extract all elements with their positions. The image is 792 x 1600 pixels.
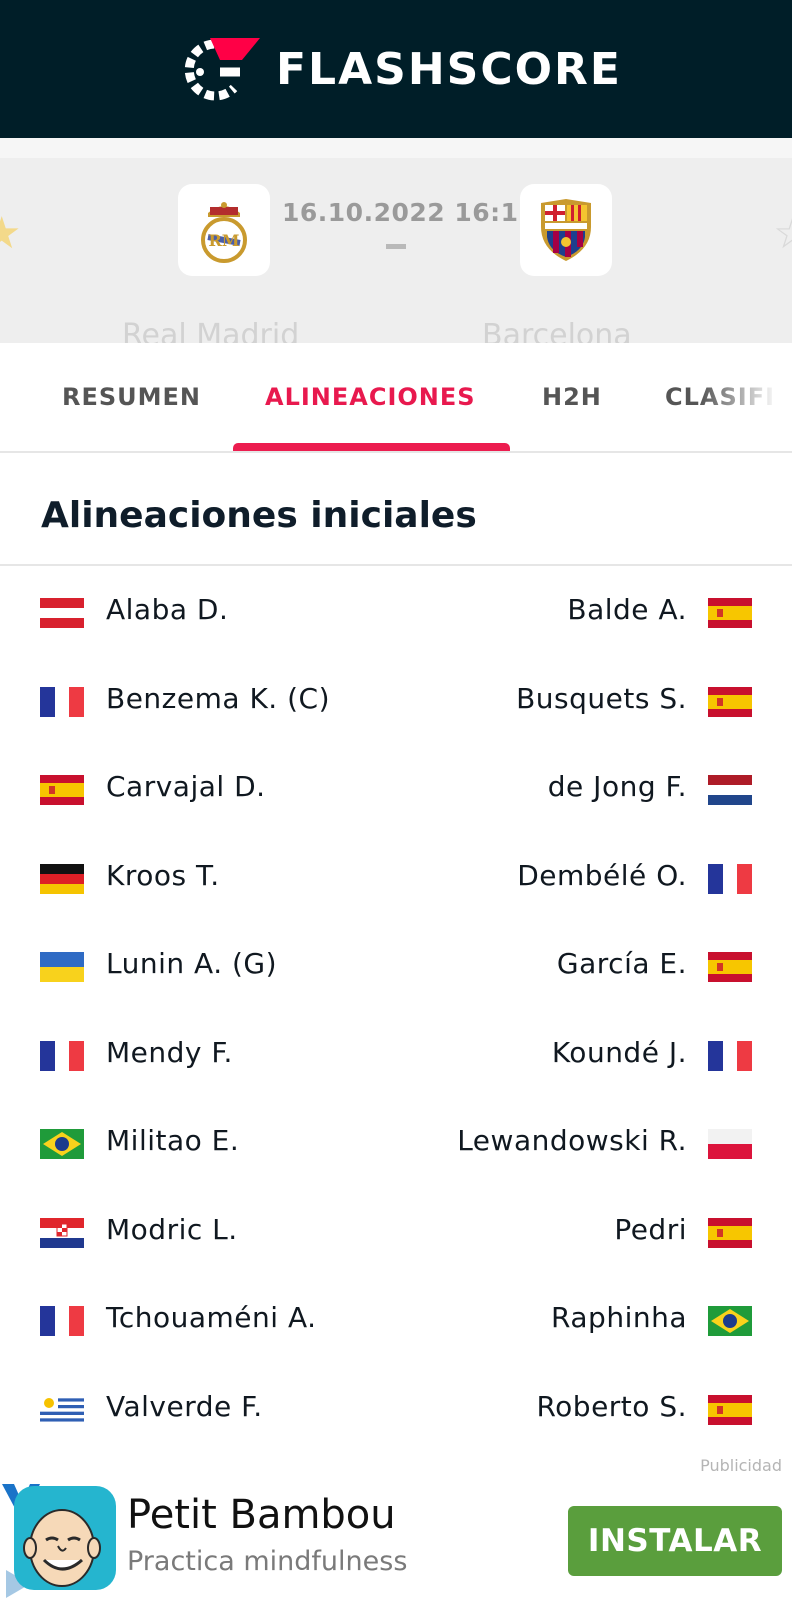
home-player-name[interactable]: Modric L. bbox=[106, 1213, 238, 1246]
lineup-row: Tchouaméni A. Raphinha bbox=[0, 1291, 792, 1351]
poland-flag-icon bbox=[708, 1129, 752, 1159]
meditating-man-icon bbox=[23, 1509, 101, 1587]
france-flag-icon bbox=[708, 1040, 752, 1071]
spain-flag-icon bbox=[708, 686, 752, 717]
home-player-name[interactable]: Lunin A. (G) bbox=[106, 947, 277, 980]
away-player-name[interactable]: Roberto S. bbox=[536, 1390, 687, 1423]
home-team-name[interactable]: Real Madrid bbox=[122, 318, 299, 343]
barcelona-crest-icon bbox=[541, 199, 591, 261]
spain-flag-icon bbox=[708, 1217, 752, 1248]
france-flag-icon bbox=[40, 686, 84, 717]
home-player-name[interactable]: Kroos T. bbox=[106, 859, 220, 892]
match-datetime: 16.10.2022 16:15 bbox=[282, 198, 537, 227]
france-flag-icon bbox=[708, 863, 752, 894]
flashscore-logo[interactable]: FLASHSCORE bbox=[170, 34, 622, 104]
home-player-name[interactable]: Alaba D. bbox=[106, 593, 228, 626]
top-bar: FLASHSCORE bbox=[0, 0, 792, 138]
brazil-flag-icon bbox=[40, 1129, 84, 1159]
flashscore-logo-icon bbox=[184, 38, 260, 101]
home-player-name[interactable]: Tchouaméni A. bbox=[106, 1301, 317, 1334]
favorite-star-icon[interactable]: ★ bbox=[0, 208, 21, 259]
tabs-fade bbox=[700, 343, 792, 451]
spain-flag-icon bbox=[708, 952, 752, 982]
tab-h2h[interactable]: H2H bbox=[542, 383, 602, 411]
spain-flag-icon bbox=[40, 775, 84, 805]
match-header: ★ RM 16.10.2022 16:15 Real Ma bbox=[0, 138, 792, 343]
ad-label: Publicidad bbox=[700, 1456, 782, 1475]
away-team-badge[interactable] bbox=[520, 184, 612, 276]
brand-name: FLASHSCORE bbox=[276, 43, 622, 95]
lineup-row: Lunin A. (G) García E. bbox=[0, 937, 792, 997]
away-player-name[interactable]: Dembélé O. bbox=[517, 859, 687, 892]
away-player-name[interactable]: Koundé J. bbox=[552, 1036, 687, 1069]
croatia-flag-icon bbox=[40, 1217, 84, 1248]
real-madrid-crest-icon: RM bbox=[201, 202, 247, 263]
home-team-badge[interactable]: RM bbox=[178, 184, 270, 276]
lineup-row: Mendy F. Koundé J. bbox=[0, 1026, 792, 1086]
spain-flag-icon bbox=[708, 1394, 752, 1425]
lineup-row: Carvajal D. de Jong F. bbox=[0, 760, 792, 820]
lineup-row: Alaba D. Balde A. bbox=[0, 583, 792, 643]
france-flag-icon bbox=[40, 1040, 84, 1071]
favorite-star-icon[interactable]: ☆ bbox=[773, 208, 792, 259]
lineup-row: Valverde F. Roberto S. bbox=[0, 1380, 792, 1440]
ukraine-flag-icon bbox=[40, 952, 84, 982]
active-tab-indicator bbox=[233, 443, 510, 451]
brazil-flag-icon bbox=[708, 1306, 752, 1336]
home-player-name[interactable]: Militao E. bbox=[106, 1124, 239, 1157]
uruguay-flag-icon bbox=[40, 1394, 84, 1425]
france-flag-icon bbox=[40, 1306, 84, 1336]
ad-banner[interactable]: Petit Bambou Practica mindfulness INSTAL… bbox=[0, 1480, 792, 1600]
spain-flag-icon bbox=[708, 598, 752, 628]
section-title: Alineaciones iniciales bbox=[41, 495, 477, 536]
lineup-row: Benzema K. (C) Busquets S. bbox=[0, 672, 792, 732]
svg-text:RM: RM bbox=[208, 231, 239, 250]
lineup-row: Kroos T. Dembélé O. bbox=[0, 849, 792, 909]
away-player-name[interactable]: de Jong F. bbox=[548, 770, 687, 803]
install-button[interactable]: INSTALAR bbox=[568, 1506, 782, 1576]
divider bbox=[0, 564, 792, 566]
away-player-name[interactable]: Raphinha bbox=[551, 1301, 687, 1334]
match-tabs: RESUMEN ALINEACIONES H2H CLASIFI bbox=[0, 343, 792, 453]
austria-flag-icon bbox=[40, 598, 84, 628]
score-separator bbox=[386, 244, 406, 249]
lineup-row: Militao E. Lewandowski R. bbox=[0, 1114, 792, 1174]
tab-alineaciones[interactable]: ALINEACIONES bbox=[265, 383, 476, 411]
away-player-name[interactable]: Pedri bbox=[614, 1213, 687, 1246]
netherlands-flag-icon bbox=[708, 775, 752, 805]
away-team-name[interactable]: Barcelona bbox=[482, 318, 632, 343]
home-player-name[interactable]: Mendy F. bbox=[106, 1036, 233, 1069]
tab-resumen[interactable]: RESUMEN bbox=[62, 383, 201, 411]
away-player-name[interactable]: Lewandowski R. bbox=[457, 1124, 687, 1157]
home-player-name[interactable]: Carvajal D. bbox=[106, 770, 266, 803]
lineup-row: Modric L. Pedri bbox=[0, 1203, 792, 1263]
away-player-name[interactable]: Busquets S. bbox=[516, 682, 687, 715]
away-player-name[interactable]: García E. bbox=[557, 947, 687, 980]
ad-subtitle: Practica mindfulness bbox=[127, 1546, 408, 1577]
ad-title[interactable]: Petit Bambou bbox=[127, 1492, 396, 1538]
home-player-name[interactable]: Valverde F. bbox=[106, 1390, 263, 1423]
app-icon[interactable] bbox=[14, 1486, 116, 1590]
home-player-name[interactable]: Benzema K. (C) bbox=[106, 682, 330, 715]
away-player-name[interactable]: Balde A. bbox=[567, 593, 687, 626]
germany-flag-icon bbox=[40, 863, 84, 894]
